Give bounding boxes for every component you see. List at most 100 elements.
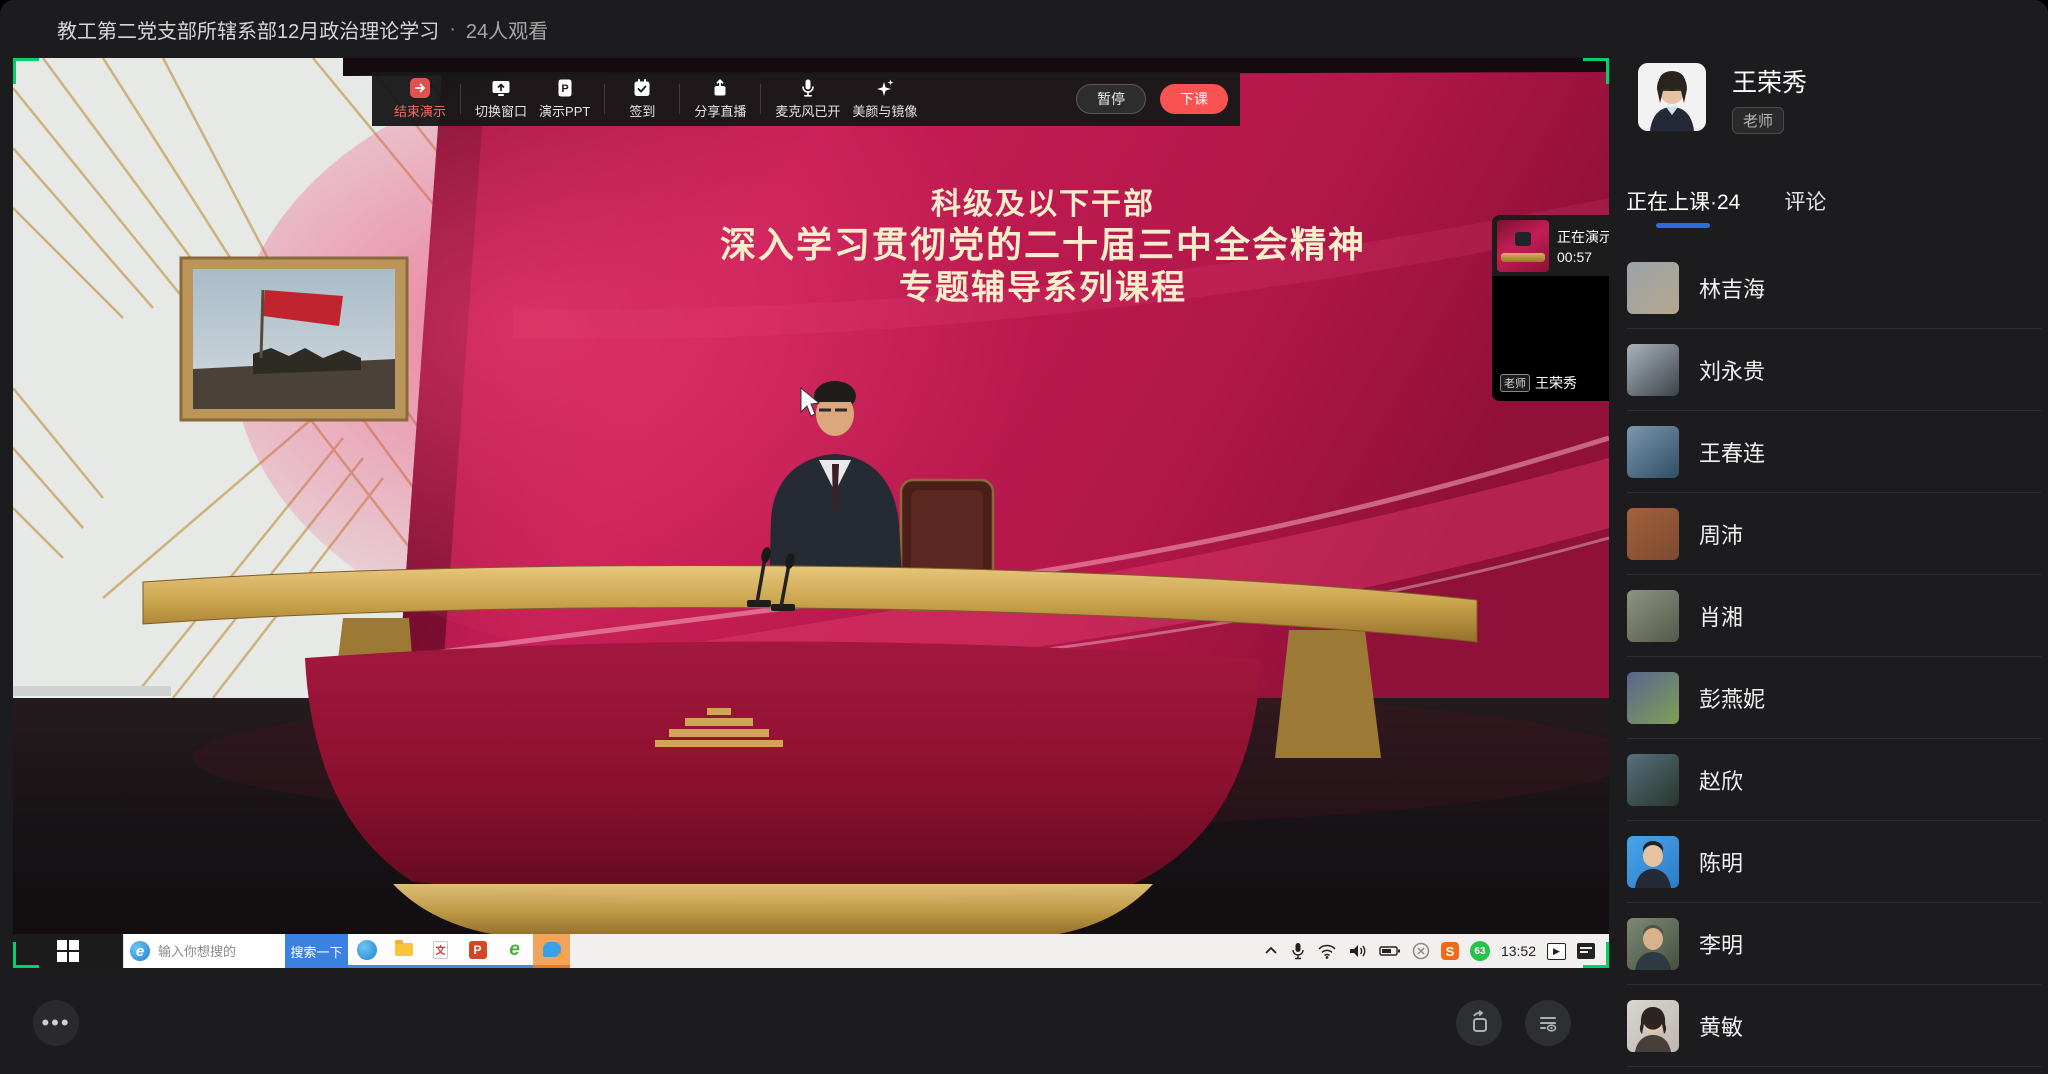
switch-window-icon <box>491 78 511 98</box>
taskbar-search-box: e <box>123 934 285 968</box>
participant-row[interactable]: 肖湘 <box>1627 575 2041 657</box>
participant-name: 林吉海 <box>1699 272 1765 304</box>
participant-avatar <box>1627 262 1679 314</box>
shared-screen-video: 科级及以下干部 深入学习贯彻党的二十届三中全会精神 专题辅导系列课程 <box>13 58 1609 968</box>
stage-title-line2: 深入学习贯彻党的二十届三中全会精神 <box>720 224 1366 265</box>
sidebar-tabs: 正在上课·24 评论 <box>1626 186 1826 228</box>
participant-row[interactable]: 林吉海 <box>1627 247 2041 329</box>
edge-browser-icon <box>348 934 385 968</box>
toolbar-divider <box>679 84 680 114</box>
participant-name: 彭燕妮 <box>1699 682 1765 714</box>
switch-window-button[interactable]: 切换窗口 <box>469 78 533 120</box>
pip-role-badge: 老师 <box>1500 374 1530 392</box>
window-title: 教工第二党支部所辖系部12月政治理论学习 <box>57 15 439 44</box>
meeting-window: 教工第二党支部所辖系部12月政治理论学习 · 24人观看 <box>0 0 2048 1074</box>
windows-logo-icon <box>57 940 79 962</box>
participant-name: 赵欣 <box>1699 764 1743 796</box>
flag-picture <box>181 258 407 420</box>
capture-marker-bottomleft <box>13 942 39 968</box>
svg-text:P: P <box>561 83 568 95</box>
switch-layout-button[interactable] <box>1456 1000 1502 1046</box>
tray-mic-icon <box>1290 942 1306 960</box>
end-class-button[interactable]: 下课 <box>1160 84 1228 114</box>
tray-volume-icon <box>1348 943 1368 959</box>
teacher-card: 王荣秀 老师 <box>1638 63 1807 134</box>
pip-panel[interactable]: 正在演示 00:57 老师 王荣秀 <box>1492 215 1609 401</box>
beauty-camera-button[interactable]: 美颜与镜像 <box>846 78 923 120</box>
powerpoint-icon: P <box>459 934 496 968</box>
green-browser-icon: e <box>496 934 533 968</box>
participant-name: 黄敏 <box>1699 1010 1743 1042</box>
check-in-icon <box>632 78 652 98</box>
participant-name: 刘永贵 <box>1699 354 1765 386</box>
participant-name: 周沛 <box>1699 518 1743 550</box>
participant-avatar <box>1627 590 1679 642</box>
participant-list: 林吉海 刘永贵 王春连 周沛 肖湘 彭燕妮 <box>1627 247 2041 1067</box>
participant-row[interactable]: 王春连 <box>1627 411 2041 493</box>
toolbar-divider <box>604 84 605 114</box>
taskbar-search-button: 搜索一下 <box>285 934 348 968</box>
participant-row[interactable]: 李明 <box>1627 903 2041 985</box>
taskbar-search-input <box>156 943 266 960</box>
pip-timer: 00:57 <box>1557 249 1609 265</box>
chat-app-icon <box>533 934 570 968</box>
tray-video-player-icon: ▶ <box>1547 943 1566 960</box>
pause-button[interactable]: 暂停 <box>1076 84 1146 114</box>
sidebar: 王荣秀 老师 正在上课·24 评论 林吉海 刘永贵 王春连 周沛 <box>1609 0 2048 1074</box>
end-present-button[interactable]: 结束演示 <box>388 78 452 120</box>
app-bottom-bar: ••• <box>0 968 1609 1074</box>
participant-avatar <box>1627 426 1679 478</box>
more-options-button[interactable]: ••• <box>33 1000 79 1046</box>
toolbar-divider <box>460 84 461 114</box>
participant-row[interactable]: 黄敏 <box>1627 985 2041 1067</box>
participant-name: 陈明 <box>1699 846 1743 878</box>
teacher-name: 王荣秀 <box>1732 63 1807 99</box>
ppt-icon: P <box>555 78 575 98</box>
participant-row[interactable]: 陈明 <box>1627 821 2041 903</box>
teacher-role-badge: 老师 <box>1732 107 1784 134</box>
participant-avatar <box>1627 344 1679 396</box>
file-explorer-icon <box>385 934 422 968</box>
microphone-button[interactable]: 麦克风已开 <box>769 78 846 120</box>
tab-comments[interactable]: 评论 <box>1784 186 1826 228</box>
tray-battery-icon <box>1379 944 1401 958</box>
hide-roster-button[interactable] <box>1525 1000 1571 1046</box>
stage-title-line1: 科级及以下干部 <box>931 187 1155 221</box>
end-present-icon <box>410 78 430 98</box>
participant-row[interactable]: 赵欣 <box>1627 739 2041 821</box>
ie-icon: e <box>130 941 150 961</box>
pip-share-thumbnail <box>1497 220 1549 272</box>
participant-row[interactable]: 周沛 <box>1627 493 2041 575</box>
pip-status-row: 正在演示 00:57 <box>1492 215 1609 276</box>
teacher-avatar <box>1638 63 1706 131</box>
title-separator: · <box>449 18 456 41</box>
viewer-count: 24人观看 <box>466 15 548 44</box>
present-ppt-button[interactable]: P 演示PPT <box>533 78 596 120</box>
stage-title-line3: 专题辅导系列课程 <box>899 269 1187 307</box>
check-in-button[interactable]: 签到 <box>613 78 671 120</box>
toolbar-divider <box>760 84 761 114</box>
switch-layout-icon <box>1466 1010 1492 1036</box>
participant-avatar <box>1627 672 1679 724</box>
sogou-input-icon: S <box>1441 942 1459 960</box>
participant-row[interactable]: 刘永贵 <box>1627 329 2041 411</box>
capture-marker-topleft <box>13 58 39 84</box>
word-doc-icon: 文 <box>422 934 459 968</box>
microphone-icon <box>798 78 818 98</box>
participant-row[interactable]: 彭燕妮 <box>1627 657 2041 739</box>
security-360-icon: 63 <box>1470 941 1490 961</box>
participant-avatar <box>1627 836 1679 888</box>
pip-teacher-name: 王荣秀 <box>1535 373 1577 393</box>
tab-in-class[interactable]: 正在上课·24 <box>1626 186 1740 228</box>
beauty-sparkle-icon <box>875 78 895 98</box>
studio-scene: 科级及以下干部 深入学习贯彻党的二十届三中全会精神 专题辅导系列课程 <box>13 58 1609 968</box>
tray-wifi-icon <box>1317 943 1337 959</box>
system-tray: S 63 13:52 ▶ <box>1263 934 1609 968</box>
list-eye-icon <box>1535 1010 1561 1036</box>
share-live-icon <box>710 78 730 98</box>
participant-avatar <box>1627 754 1679 806</box>
tray-circle-x-icon <box>1412 942 1430 960</box>
share-live-button[interactable]: 分享直播 <box>688 78 752 120</box>
participant-name: 肖湘 <box>1699 600 1743 632</box>
participant-avatar <box>1627 918 1679 970</box>
